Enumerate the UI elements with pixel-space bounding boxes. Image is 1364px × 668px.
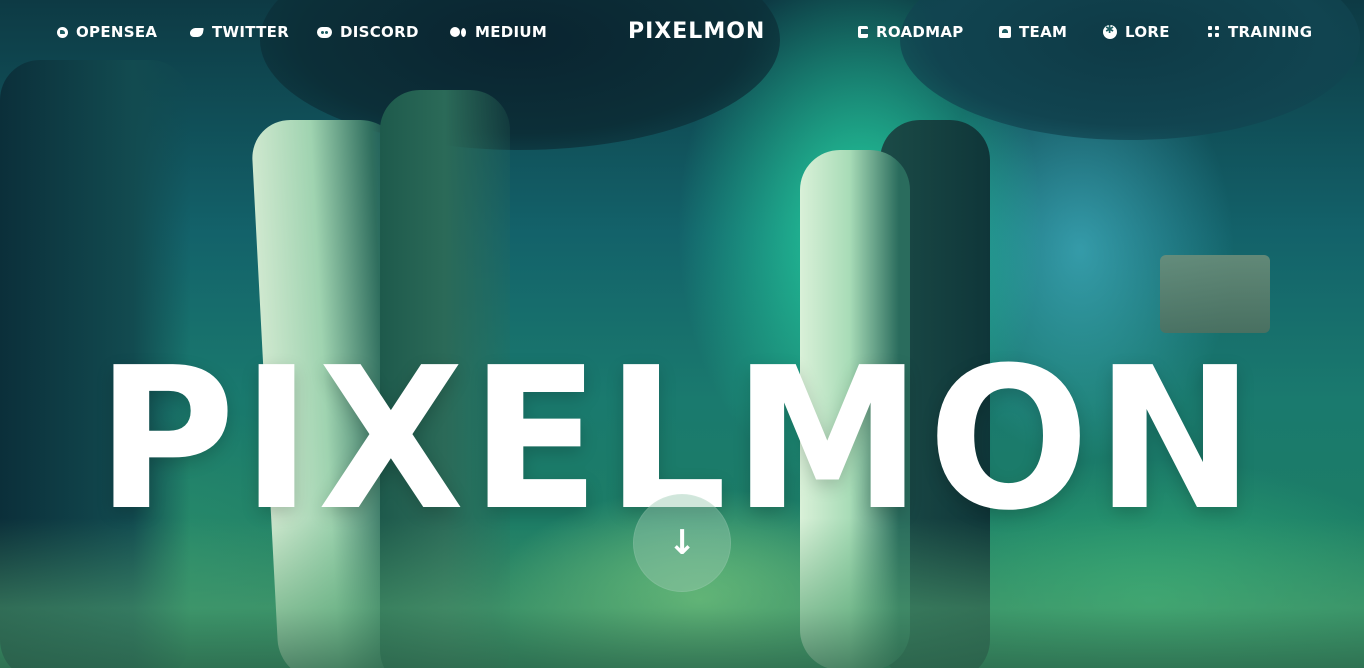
nav-link-roadmap[interactable]: ROADMAP bbox=[858, 23, 964, 41]
wooden-sign bbox=[1160, 255, 1270, 333]
nav-link-label: OPENSEA bbox=[76, 23, 158, 41]
medium-icon bbox=[450, 26, 467, 38]
nav-link-label: MEDIUM bbox=[475, 23, 548, 41]
opensea-icon bbox=[57, 26, 68, 38]
nav-link-lore[interactable]: LORE bbox=[1103, 23, 1170, 41]
twitter-icon bbox=[189, 26, 204, 38]
nav-link-discord[interactable]: DISCORD bbox=[317, 23, 419, 41]
nav-link-label: TRAINING bbox=[1228, 23, 1313, 41]
nav-link-label: LORE bbox=[1125, 23, 1170, 41]
nav-link-twitter[interactable]: TWITTER bbox=[189, 23, 289, 41]
nav-link-team[interactable]: TEAM bbox=[999, 23, 1067, 41]
discord-icon bbox=[317, 26, 332, 38]
nav-link-medium[interactable]: MEDIUM bbox=[450, 23, 547, 41]
nav-link-label: TEAM bbox=[1019, 23, 1068, 41]
nav-link-training[interactable]: TRAINING bbox=[1208, 23, 1312, 41]
nav-link-label: DISCORD bbox=[340, 23, 419, 41]
arrow-down-icon: ↓ bbox=[667, 523, 697, 563]
nav-link-label: TWITTER bbox=[212, 23, 290, 41]
nav-link-opensea[interactable]: OPENSEA bbox=[57, 23, 157, 41]
hero-section: OPENSEA TWITTER DISCORD MEDIUM PIXELMON … bbox=[0, 0, 1364, 668]
nav-link-label: ROADMAP bbox=[876, 23, 964, 41]
scroll-down-button[interactable]: ↓ bbox=[633, 494, 731, 592]
team-icon bbox=[999, 26, 1011, 38]
top-navigation: OPENSEA TWITTER DISCORD MEDIUM PIXELMON … bbox=[0, 0, 1364, 66]
training-icon bbox=[1208, 26, 1220, 38]
roadmap-icon bbox=[858, 26, 868, 38]
site-logo[interactable]: PIXELMON bbox=[628, 19, 765, 44]
lore-icon bbox=[1103, 23, 1117, 39]
